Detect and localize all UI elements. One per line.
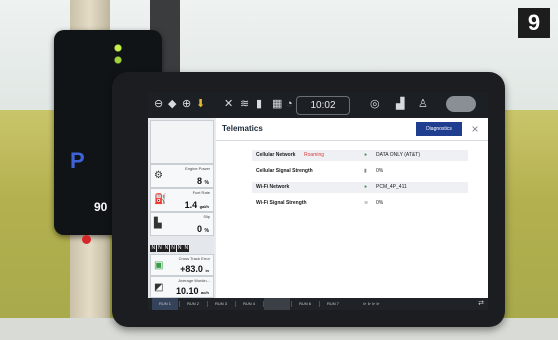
telematics-table: Cellular Network Roaming ● DATA ONLY (AT… bbox=[252, 150, 468, 214]
gps-icon[interactable]: ⊕ bbox=[182, 97, 191, 111]
tab-run-4[interactable]: RUN 4 bbox=[236, 298, 262, 310]
gauge-icon[interactable]: ◎ bbox=[370, 97, 380, 111]
implement-widget[interactable] bbox=[150, 120, 214, 164]
table-row: Cellular Signal Strength ▮ 0% bbox=[252, 166, 468, 177]
speedometer-icon[interactable]: ⊖ bbox=[154, 97, 163, 111]
close-icon[interactable]: × bbox=[468, 122, 482, 136]
photo-scene: 9 P 90 ⊖ ◆ ⊕ ⬇ ✕ ≋ ▮ ▦ ◔ 10:02 ◎ ▟ ♙ ⚙ E… bbox=[0, 0, 558, 340]
park-indicator: P bbox=[70, 148, 85, 173]
wrench-icon[interactable]: ✕ bbox=[224, 97, 233, 111]
person-icon[interactable]: ♙ bbox=[418, 97, 428, 111]
status-bar: ⊖ ◆ ⊕ ⬇ ✕ ≋ ▮ ▦ ◔ 10:02 ◎ ▟ ♙ bbox=[148, 92, 488, 118]
average-working-widget[interactable]: ◩ Average Workin... 10.10 ac/h bbox=[150, 276, 214, 298]
figure-number-badge: 9 bbox=[518, 8, 550, 38]
page-title: Telematics bbox=[222, 124, 263, 133]
run-pages-group[interactable]: ⊳⊳⊳⊳ bbox=[352, 298, 392, 310]
gear-status-row: NNNNNN 000000 bbox=[150, 236, 212, 270]
wifi-icon: ≋ bbox=[240, 98, 250, 110]
info-icon[interactable]: ◆ bbox=[168, 97, 176, 111]
cross-track-error-widget[interactable]: ▣ Cross Track Error +83.0 in bbox=[150, 254, 214, 276]
red-indicator-light bbox=[82, 235, 91, 244]
tablet-screen: ⊖ ◆ ⊕ ⬇ ✕ ≋ ▮ ▦ ◔ 10:02 ◎ ▟ ♙ ⚙ Engine P… bbox=[148, 92, 488, 310]
table-row: Wi-Fi Signal Strength ≋ 0% bbox=[252, 198, 468, 209]
signal-bars-icon: ▮ bbox=[256, 98, 263, 110]
panel-header: Telematics Diagnostics × bbox=[216, 118, 488, 141]
engine-power-widget[interactable]: ⚙ Engine Power 8 % bbox=[150, 164, 214, 188]
signal-bars-icon: ▮ bbox=[364, 168, 367, 174]
diagnostics-button[interactable]: Diagnostics bbox=[416, 122, 462, 136]
left-widget-panel: ⚙ Engine Power 8 % ⛽ Fuel Rate 1.4 gal/h… bbox=[148, 118, 214, 298]
table-row: Wi-Fi Network ● PCM_4P_411 bbox=[252, 182, 468, 193]
sync-icon[interactable]: ⇄ bbox=[478, 299, 484, 307]
guidance-icon: ▣ bbox=[154, 260, 164, 271]
arrow-down-icon[interactable]: ⬇ bbox=[196, 97, 205, 111]
tablet-device: ⊖ ◆ ⊕ ⬇ ✕ ≋ ▮ ▦ ◔ 10:02 ◎ ▟ ♙ ⚙ Engine P… bbox=[112, 72, 505, 327]
indicator-leds bbox=[114, 44, 122, 66]
wifi-icon: ≋ bbox=[364, 200, 369, 206]
tab-run-3[interactable]: RUN 3 bbox=[208, 298, 234, 310]
table-row: Cellular Network Roaming ● DATA ONLY (AT… bbox=[252, 150, 468, 161]
run-page-bar: RUN 1 RUN 2 RUN 3 RUN 4 RUN 6 RUN 7 ⊳⊳⊳⊳… bbox=[148, 298, 488, 310]
speed-readout: 90 bbox=[94, 200, 108, 214]
area-rate-icon: ◩ bbox=[154, 282, 164, 293]
fuel-icon: ⛽ bbox=[154, 194, 167, 205]
fuel-rate-widget[interactable]: ⛽ Fuel Rate 1.4 gal/h bbox=[150, 188, 214, 212]
status-dot-icon: ● bbox=[364, 152, 368, 158]
tab-run-1[interactable]: RUN 1 bbox=[152, 298, 178, 310]
roaming-status: Roaming bbox=[304, 152, 325, 158]
grid-icon[interactable]: ▦ bbox=[272, 97, 282, 111]
tab-run-7[interactable]: RUN 7 bbox=[320, 298, 346, 310]
profile-button[interactable] bbox=[446, 96, 476, 112]
tab-run-6[interactable]: RUN 6 bbox=[292, 298, 318, 310]
engine-icon: ⚙ bbox=[154, 170, 163, 181]
telematics-panel: Telematics Diagnostics × Cellular Networ… bbox=[216, 118, 488, 298]
slip-widget[interactable]: ▙ Slip 0 % bbox=[150, 212, 214, 236]
tab-run-5[interactable] bbox=[264, 298, 290, 310]
status-dot-icon: ● bbox=[364, 184, 368, 190]
clock[interactable]: 10:02 bbox=[296, 96, 350, 115]
timer-icon[interactable]: ◔ bbox=[286, 97, 293, 111]
trend-icon[interactable]: ▟ bbox=[396, 97, 404, 111]
tractor-icon: ▙ bbox=[154, 218, 162, 229]
tab-run-2[interactable]: RUN 2 bbox=[180, 298, 206, 310]
